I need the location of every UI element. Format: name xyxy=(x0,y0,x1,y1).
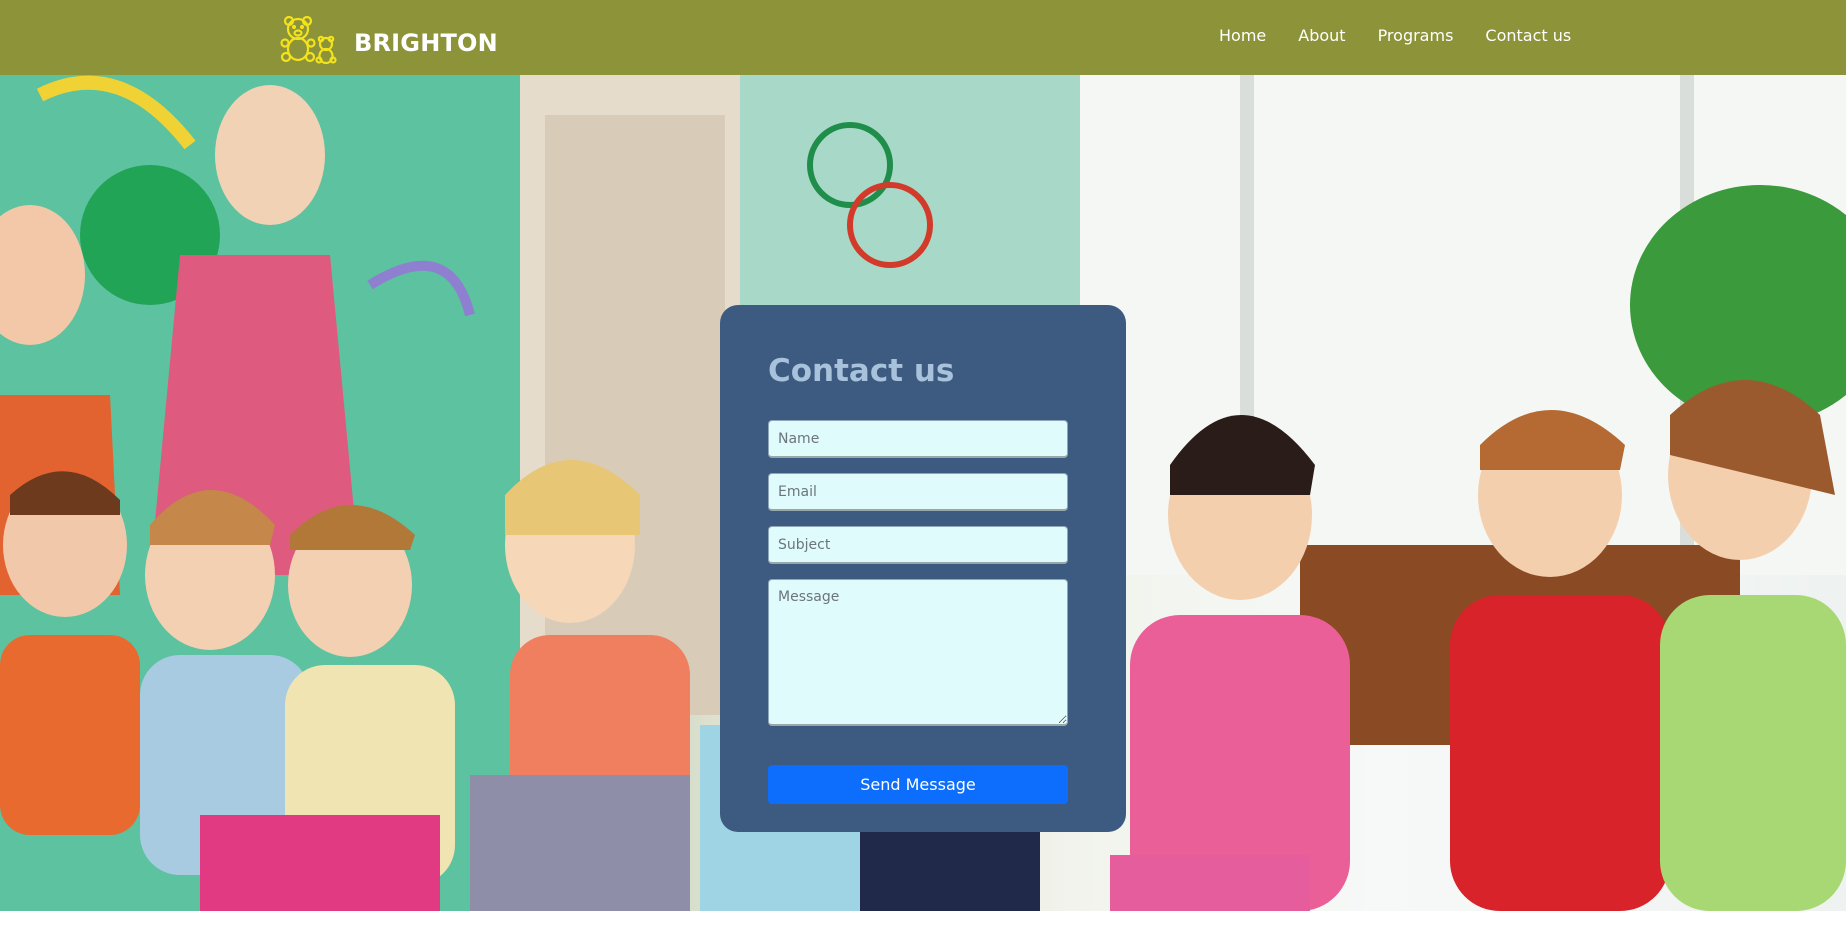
contact-title: Contact us xyxy=(768,353,955,389)
nav-link-contact[interactable]: Contact us xyxy=(1485,26,1571,45)
brand-logo[interactable]: BRIGHTON xyxy=(278,12,498,64)
send-message-button[interactable]: Send Message xyxy=(768,765,1068,804)
hero-background-image: Contact us Send Message xyxy=(0,75,1846,911)
name-input[interactable] xyxy=(768,420,1068,458)
teddy-bear-icon xyxy=(278,12,348,64)
navbar: BRIGHTON Home About Programs Contact us xyxy=(0,0,1846,75)
contact-form: Contact us Send Message xyxy=(720,305,1126,832)
nav-link-programs[interactable]: Programs xyxy=(1378,26,1454,45)
nav-menu: Home About Programs Contact us xyxy=(1219,26,1571,45)
message-textarea[interactable] xyxy=(768,579,1068,726)
subject-input[interactable] xyxy=(768,526,1068,564)
nav-link-about[interactable]: About xyxy=(1298,26,1345,45)
nav-link-home[interactable]: Home xyxy=(1219,26,1266,45)
brand-name: BRIGHTON xyxy=(354,29,498,57)
email-input[interactable] xyxy=(768,473,1068,511)
